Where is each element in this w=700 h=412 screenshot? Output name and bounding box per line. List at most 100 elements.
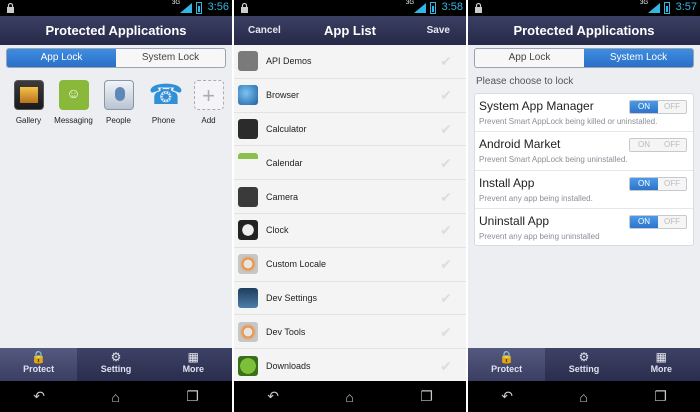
check-icon[interactable]: ✔	[438, 324, 454, 340]
home-icon[interactable]: ⌂	[111, 389, 119, 405]
app-phone[interactable]: Phone	[141, 78, 186, 125]
nav-protect[interactable]: 🔒 Protect	[0, 348, 78, 381]
list-item-label: Camera	[266, 191, 299, 202]
option-android-market: Android Market Prevent Smart AppLock bei…	[475, 132, 693, 171]
gear-icon: ⚙	[578, 350, 590, 364]
nav-setting[interactable]: ⚙ Setting	[77, 348, 154, 381]
back-icon[interactable]: ↶	[33, 388, 45, 405]
tab-system-lock[interactable]: System Lock	[116, 49, 225, 67]
signal-icon	[180, 3, 192, 13]
status-bar: 3G 3:56	[0, 0, 232, 16]
recents-icon[interactable]: ❐	[420, 388, 433, 405]
option-description: Prevent any app being uninstalled	[479, 231, 600, 241]
system-nav-bar: ↶ ⌂ ❐	[234, 381, 466, 412]
dev-tools-icon	[238, 321, 258, 342]
back-icon[interactable]: ↶	[501, 388, 513, 405]
list-item-label: Calculator	[266, 123, 307, 134]
messaging-icon	[58, 80, 89, 110]
toggle-switch[interactable]: ON OFF	[629, 176, 687, 191]
system-nav-bar: ↶ ⌂ ❐	[0, 381, 232, 412]
list-item[interactable]: Clock ✔	[234, 214, 466, 248]
tab-system-lock[interactable]: System Lock	[584, 49, 693, 67]
screen-app-list: 3G 3:58 Cancel App List Save API Demos ✔ …	[234, 0, 466, 412]
api-demos-icon	[238, 51, 258, 72]
tab-app-lock[interactable]: App Lock	[475, 49, 584, 67]
title-bar: Protected Applications	[468, 16, 700, 45]
home-icon[interactable]: ⌂	[345, 389, 353, 405]
app-list: API Demos ✔ Browser ✔ Calculator ✔ Calendar…	[234, 45, 466, 383]
nav-setting[interactable]: ⚙ Setting	[545, 348, 622, 381]
list-item[interactable]: Dev Tools ✔	[234, 315, 466, 350]
list-item-label: Downloads	[266, 360, 311, 371]
toggle-switch[interactable]: ON OFF	[629, 100, 687, 114]
list-item[interactable]: Calendar ✔	[234, 146, 466, 181]
bottom-nav: 🔒 Protect ⚙ Setting ▦ More	[0, 348, 232, 381]
battery-icon	[664, 2, 670, 14]
list-item-label: Custom Locale	[266, 259, 327, 270]
list-item[interactable]: Browser ✔	[234, 79, 466, 113]
toggle-off: OFF	[658, 215, 686, 228]
page-title: App List	[324, 23, 376, 38]
list-item-label: Clock	[266, 225, 289, 236]
toggle-on: ON	[630, 101, 658, 113]
check-icon[interactable]: ✔	[438, 358, 454, 374]
nav-label: More	[650, 364, 673, 374]
check-icon[interactable]: ✔	[438, 53, 454, 69]
screen-system-lock: 3G 3:57 Protected Applications App Lock …	[468, 0, 700, 412]
list-item-label: Browser	[266, 90, 300, 101]
check-icon[interactable]: ✔	[438, 189, 454, 205]
nav-more[interactable]: ▦ More	[155, 348, 232, 381]
title-bar: Protected Applications	[0, 16, 232, 45]
list-item[interactable]: Camera ✔	[234, 180, 466, 214]
calendar-icon	[238, 152, 258, 173]
people-icon	[103, 80, 134, 110]
page-title: Protected Applications	[513, 23, 655, 38]
app-label: People	[106, 116, 131, 125]
check-icon[interactable]: ✔	[438, 155, 454, 171]
bottom-nav: 🔒 Protect ⚙ Setting ▦ More	[468, 348, 700, 381]
toggle-on: ON	[630, 139, 658, 152]
gear-icon: ⚙	[110, 350, 122, 364]
list-item[interactable]: Calculator ✔	[234, 113, 466, 147]
status-bar: 3G 3:57	[468, 0, 700, 16]
check-icon[interactable]: ✔	[438, 256, 454, 272]
save-button[interactable]: Save	[427, 16, 450, 45]
option-description: Prevent Smart AppLock being uninstalled.	[479, 155, 628, 165]
toggle-switch[interactable]: ON OFF	[629, 214, 687, 229]
home-icon[interactable]: ⌂	[579, 389, 587, 405]
option-system-app-manager: System App Manager Prevent Smart AppLock…	[475, 94, 693, 133]
check-icon[interactable]: ✔	[438, 121, 454, 137]
add-app-button[interactable]: Add	[186, 80, 231, 125]
tab-app-lock[interactable]: App Lock	[7, 49, 116, 67]
check-icon[interactable]: ✔	[438, 290, 454, 306]
nav-protect[interactable]: 🔒 Protect	[468, 348, 546, 381]
recents-icon[interactable]: ❐	[186, 388, 199, 405]
list-item[interactable]: API Demos ✔	[234, 45, 466, 79]
list-item[interactable]: Dev Settings ✔	[234, 282, 466, 316]
check-icon[interactable]: ✔	[438, 87, 454, 103]
lock-icon	[475, 2, 482, 13]
app-people[interactable]: People	[96, 80, 141, 125]
app-gallery[interactable]: Gallery	[6, 80, 51, 125]
network-type: 3G	[639, 0, 648, 6]
cancel-button[interactable]: Cancel	[248, 16, 281, 45]
list-item[interactable]: Downloads ✔	[234, 349, 466, 383]
recents-icon[interactable]: ❐	[654, 388, 667, 405]
nav-label: Setting	[100, 364, 132, 374]
title-bar: Cancel App List Save	[234, 16, 466, 45]
browser-icon	[238, 85, 258, 106]
app-messaging[interactable]: Messaging	[51, 80, 96, 125]
calculator-icon	[238, 118, 258, 139]
list-item-label: API Demos	[266, 56, 312, 67]
nav-more[interactable]: ▦ More	[623, 348, 700, 381]
toggle-off: OFF	[658, 177, 686, 190]
nav-label: More	[182, 364, 205, 374]
list-item-label: Dev Tools	[266, 326, 306, 337]
check-icon[interactable]: ✔	[438, 222, 454, 238]
custom-locale-icon	[238, 254, 258, 275]
list-item[interactable]: Custom Locale ✔	[234, 248, 466, 282]
back-icon[interactable]: ↶	[267, 388, 279, 405]
toggle-switch[interactable]: ON OFF	[629, 138, 687, 153]
signal-icon	[414, 3, 426, 13]
lock-icon: 🔒	[499, 350, 515, 364]
